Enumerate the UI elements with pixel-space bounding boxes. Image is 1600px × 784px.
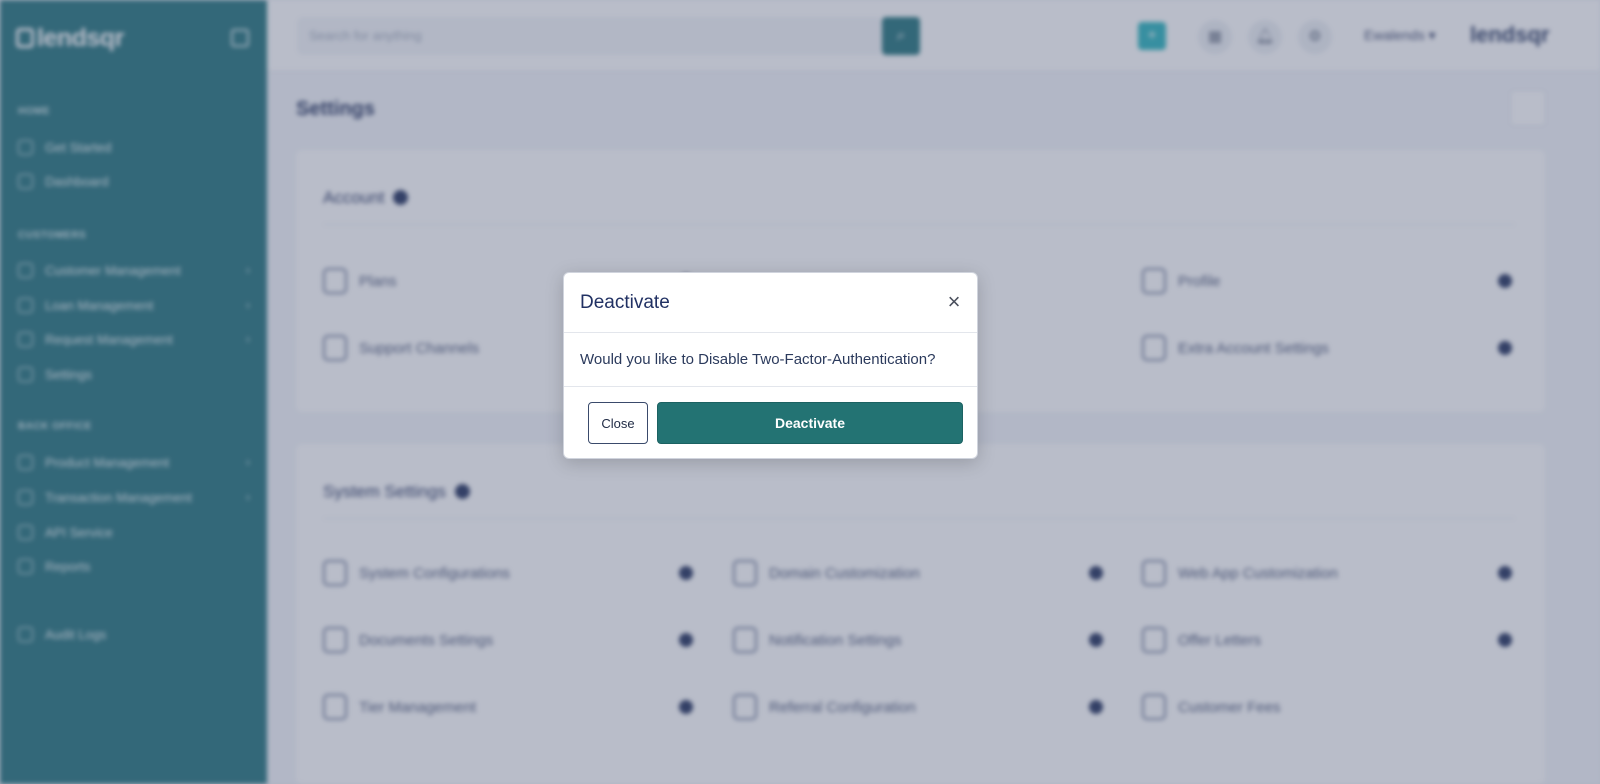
close-button[interactable]: Close [588,402,648,444]
modal-message: Would you like to Disable Two-Factor-Aut… [580,351,936,368]
modal-body: Would you like to Disable Two-Factor-Aut… [564,333,977,387]
deactivate-modal: Deactivate × Would you like to Disable T… [563,272,978,459]
close-icon[interactable]: × [944,291,964,313]
modal-header: Deactivate × [564,273,977,333]
modal-title: Deactivate [580,292,670,313]
deactivate-button[interactable]: Deactivate [657,402,963,444]
